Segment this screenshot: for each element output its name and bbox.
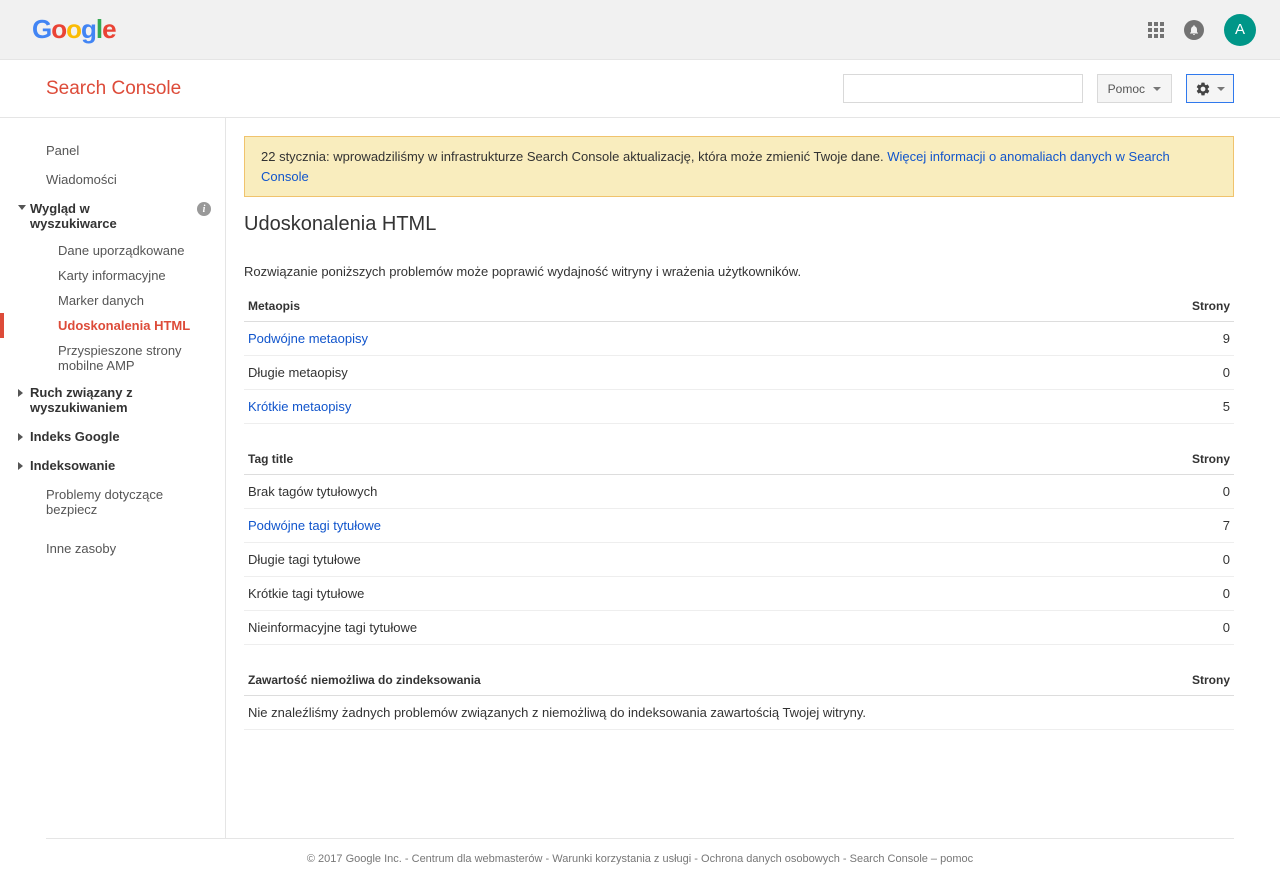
footer-copyright: © 2017 Google Inc. — [307, 853, 402, 865]
top-right-controls: A — [1148, 14, 1256, 46]
gear-icon — [1195, 81, 1211, 97]
footer-link[interactable]: Warunki korzystania z usługi — [552, 853, 691, 865]
sidebar: Panel Wiadomości Wygląd w wyszukiwarce i… — [0, 118, 226, 838]
notice-banner: 22 stycznia: wprowadziliśmy w infrastruk… — [244, 136, 1234, 197]
chevron-down-icon — [1217, 87, 1225, 91]
table-header-count: Strony — [1075, 665, 1234, 696]
issue-label: Długie metaopisy — [244, 356, 972, 390]
issue-count: 0 — [1030, 611, 1234, 645]
page-intro: Rozwiązanie poniższych problemów może po… — [244, 264, 1234, 279]
issue-count: 0 — [1030, 543, 1234, 577]
issue-count: 5 — [972, 390, 1234, 424]
sidebar-group-label: Indeks Google — [30, 429, 120, 444]
footer-link[interactable]: Search Console – pomoc — [850, 853, 974, 865]
product-name: Search Console — [46, 78, 181, 100]
avatar[interactable]: A — [1224, 14, 1256, 46]
sidebar-group-crawl[interactable]: Indeksowanie — [0, 451, 225, 480]
table-header-count: Strony — [972, 291, 1234, 322]
info-icon[interactable]: i — [197, 202, 211, 216]
sub-bar: Search Console Pomoc — [0, 60, 1280, 118]
meta-description-table: Metaopis Strony Podwójne metaopisy 9Długi… — [244, 291, 1234, 424]
sidebar-sub-item[interactable]: Udoskonalenia HTML — [0, 313, 225, 338]
issue-count: 0 — [972, 356, 1234, 390]
sidebar-group-search-traffic[interactable]: Ruch związany z wyszukiwaniem — [0, 378, 225, 422]
sidebar-item-messages[interactable]: Wiadomości — [0, 165, 225, 194]
top-bar: Google A — [0, 0, 1280, 60]
table-row: Krótkie metaopisy 5 — [244, 390, 1234, 424]
sidebar-item-panel[interactable]: Panel — [0, 136, 225, 165]
table-row: Długie tagi tytułowe0 — [244, 543, 1234, 577]
issue-label: Nieinformacyjne tagi tytułowe — [244, 611, 1030, 645]
help-button-label: Pomoc — [1108, 82, 1145, 96]
sidebar-group-label: Wygląd w wyszukiwarce — [30, 201, 150, 231]
issue-count: 9 — [972, 322, 1234, 356]
table-header-label: Metaopis — [244, 291, 972, 322]
issue-count: 0 — [1030, 577, 1234, 611]
chevron-down-icon — [1153, 87, 1161, 91]
sidebar-sub-item[interactable]: Przyspieszone strony mobilne AMP — [0, 338, 225, 378]
sidebar-group-label: Ruch związany z wyszukiwaniem — [30, 385, 180, 415]
chevron-down-icon — [18, 205, 26, 210]
sidebar-item-security[interactable]: Problemy dotyczące bezpiecz — [0, 480, 225, 524]
sidebar-sub-item[interactable]: Karty informacyjne — [0, 263, 225, 288]
footer: © 2017 Google Inc. - Centrum dla webmast… — [46, 838, 1234, 879]
issue-count: 7 — [1030, 509, 1234, 543]
google-logo[interactable]: Google — [32, 14, 116, 45]
issue-label: Krótkie metaopisy — [244, 390, 972, 424]
notice-text: 22 stycznia: wprowadziliśmy w infrastruk… — [261, 149, 887, 164]
issue-link[interactable]: Podwójne tagi tytułowe — [248, 518, 381, 533]
nonindexable-table: Zawartość niemożliwa do zindeksowania St… — [244, 665, 1234, 730]
property-selector[interactable] — [843, 74, 1083, 103]
notifications-icon[interactable] — [1184, 20, 1204, 40]
help-button[interactable]: Pomoc — [1097, 74, 1172, 103]
footer-link[interactable]: Centrum dla webmasterów — [412, 853, 543, 865]
table-header-count: Strony — [1030, 444, 1234, 475]
settings-button[interactable] — [1186, 74, 1234, 103]
sidebar-group-label: Indeksowanie — [30, 458, 115, 473]
table-header-label: Tag title — [244, 444, 1030, 475]
page-title: Udoskonalenia HTML — [244, 213, 1234, 236]
sidebar-item-other[interactable]: Inne zasoby — [0, 534, 225, 563]
sidebar-sub-item[interactable]: Dane uporządkowane — [0, 238, 225, 263]
issue-label: Brak tagów tytułowych — [244, 475, 1030, 509]
chevron-right-icon — [18, 462, 23, 470]
main-content: 22 stycznia: wprowadziliśmy w infrastruk… — [226, 118, 1280, 838]
sidebar-group-google-index[interactable]: Indeks Google — [0, 422, 225, 451]
apps-icon[interactable] — [1148, 22, 1164, 38]
footer-link[interactable]: Ochrona danych osobowych — [701, 853, 840, 865]
issue-count: 0 — [1030, 475, 1234, 509]
table-row: Brak tagów tytułowych0 — [244, 475, 1234, 509]
table-row: Długie metaopisy0 — [244, 356, 1234, 390]
table-header-label: Zawartość niemożliwa do zindeksowania — [244, 665, 1075, 696]
table-row: Nieinformacyjne tagi tytułowe0 — [244, 611, 1234, 645]
sub-bar-controls: Pomoc — [843, 74, 1234, 103]
issue-label: Długie tagi tytułowe — [244, 543, 1030, 577]
table-row: Podwójne tagi tytułowe 7 — [244, 509, 1234, 543]
sidebar-sub-item[interactable]: Marker danych — [0, 288, 225, 313]
issue-label: Krótkie tagi tytułowe — [244, 577, 1030, 611]
sidebar-group-search-appearance[interactable]: Wygląd w wyszukiwarce i — [0, 194, 225, 238]
issue-link[interactable]: Krótkie metaopisy — [248, 399, 351, 414]
issue-label: Podwójne metaopisy — [244, 322, 972, 356]
table-row: Nie znaleźliśmy żadnych problemów związa… — [244, 696, 1234, 730]
chevron-right-icon — [18, 389, 23, 397]
table-row: Podwójne metaopisy 9 — [244, 322, 1234, 356]
issue-link[interactable]: Podwójne metaopisy — [248, 331, 368, 346]
table-row: Krótkie tagi tytułowe0 — [244, 577, 1234, 611]
chevron-right-icon — [18, 433, 23, 441]
title-tag-table: Tag title Strony Brak tagów tytułowych0P… — [244, 444, 1234, 645]
nonindexable-message: Nie znaleźliśmy żadnych problemów związa… — [244, 696, 1234, 730]
issue-label: Podwójne tagi tytułowe — [244, 509, 1030, 543]
